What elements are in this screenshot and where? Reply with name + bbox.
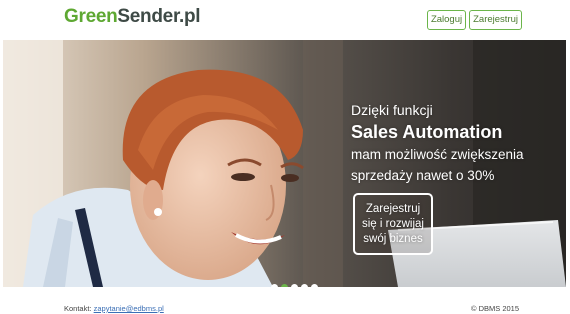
contact-label: Kontakt: [64, 304, 92, 313]
hero-line-3: mam możliwość zwiększenia [351, 147, 524, 162]
login-button[interactable]: Zaloguj [426, 10, 467, 30]
hero-slider: Dzięki funkcji Sales Automation mam możl… [3, 40, 566, 287]
slider-dot-active[interactable] [281, 284, 288, 287]
copyright: © DBMS 2015 [470, 304, 519, 313]
contact-email-link[interactable]: zapytanie@edbms.pl [94, 304, 164, 313]
register-cta-button[interactable]: Zarejestruj się i rozwijaj swój biznes [353, 193, 433, 255]
hero-line-4: sprzedaży nawet o 30% [351, 168, 495, 183]
logo-green-part: Green [64, 6, 118, 27]
slider-dot[interactable] [271, 284, 278, 287]
logo-dark-part: Sender.pl [117, 6, 201, 27]
auth-buttons: Zaloguj Zarejestruj [426, 10, 522, 30]
slider-dot[interactable] [301, 284, 308, 287]
slider-dots [271, 284, 318, 287]
footer-contact: Kontakt: zapytanie@edbms.pl [64, 304, 164, 313]
hero-line-1: Dzięki funkcji [351, 102, 433, 118]
logo[interactable]: GreenSender.pl [64, 6, 201, 28]
slider-dot[interactable] [291, 284, 298, 287]
slider-dot[interactable] [311, 284, 318, 287]
footer: Kontakt: zapytanie@edbms.pl © DBMS 2015 [0, 296, 570, 314]
hero-caption: Dzięki funkcji Sales Automation mam możl… [351, 101, 524, 186]
hero-line-2: Sales Automation [351, 122, 503, 142]
header: GreenSender.pl Zaloguj Zarejestruj [0, 0, 570, 38]
register-button[interactable]: Zarejestruj [469, 10, 522, 30]
